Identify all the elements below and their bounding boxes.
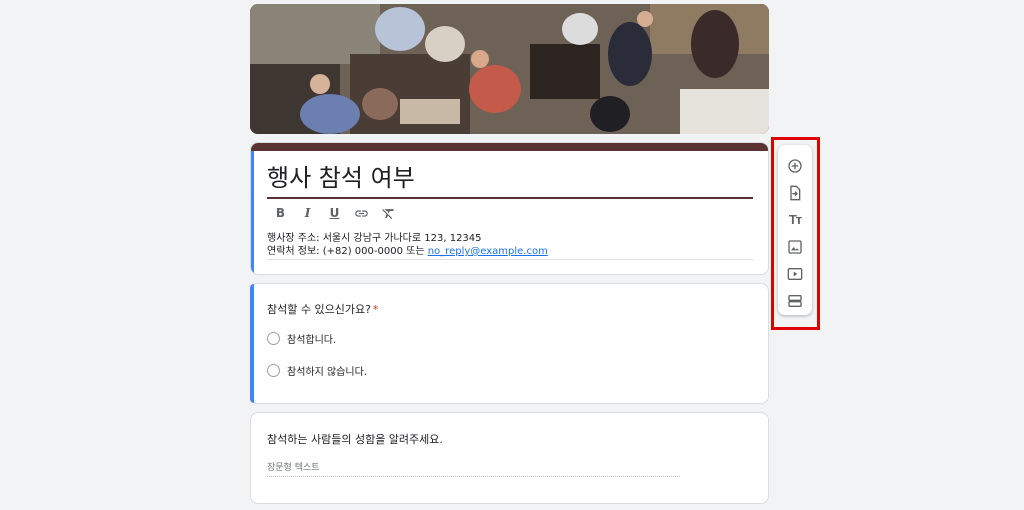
description-line-1: 행사장 주소: 서울시 강남구 가나다로 123, 12345 <box>267 233 482 244</box>
option-label: 참석합니다. <box>287 335 337 346</box>
email-link[interactable]: no_reply@example.com <box>428 246 548 257</box>
bold-icon[interactable]: B <box>273 206 288 221</box>
active-indicator <box>251 151 254 274</box>
contact-text: 연락처 정보: (+82) 000-0000 또는 <box>267 246 428 257</box>
add-title-icon[interactable]: Tт <box>782 206 808 233</box>
radio-button[interactable] <box>267 364 280 377</box>
floating-toolbar: Tт <box>778 145 812 315</box>
form-description[interactable]: 행사장 주소: 서울시 강남구 가나다로 123, 12345 연락처 정보: … <box>267 232 753 260</box>
link-icon[interactable] <box>354 206 369 221</box>
header-image <box>250 4 769 134</box>
radio-option[interactable]: 참석하지 않습니다. <box>267 363 367 378</box>
add-image-icon[interactable] <box>782 233 808 260</box>
radio-option[interactable]: 참석합니다. <box>267 331 336 346</box>
question-title: 참석하는 사람들의 성함을 알려주세요. <box>267 433 443 446</box>
required-mark: * <box>372 303 379 316</box>
underline-icon[interactable]: U <box>327 206 342 221</box>
add-section-icon[interactable] <box>782 287 808 314</box>
add-title-label: Tт <box>788 212 802 227</box>
add-question-icon[interactable] <box>782 152 808 179</box>
radio-button[interactable] <box>267 332 280 345</box>
question-card-names[interactable]: 참석하는 사람들의 성함을 알려주세요. 장문형 텍스트 <box>250 412 769 504</box>
question-title-text: 참석할 수 있으신가요? <box>267 303 371 316</box>
italic-icon[interactable]: I <box>300 206 315 221</box>
form-title-input[interactable]: 행사 참석 여부 <box>267 161 753 199</box>
theme-color-bar <box>251 143 768 151</box>
import-questions-icon[interactable] <box>782 179 808 206</box>
long-answer-field[interactable]: 장문형 텍스트 <box>267 460 680 477</box>
add-video-icon[interactable] <box>782 260 808 287</box>
formatting-toolbar: B I U <box>273 205 396 221</box>
active-indicator <box>250 284 254 403</box>
clear-format-icon[interactable] <box>381 206 396 221</box>
question-title: 참석할 수 있으신가요? * <box>267 301 378 317</box>
question-card-attendance[interactable]: 참석할 수 있으신가요? * 참석합니다. 참석하지 않습니다. <box>250 283 769 404</box>
option-label: 참석하지 않습니다. <box>287 367 367 378</box>
form-title-card[interactable]: 행사 참석 여부 B I U 행사장 주소: 서울시 강남구 가나다로 123,… <box>250 142 769 275</box>
description-line-2: 연락처 정보: (+82) 000-0000 또는 no_reply@examp… <box>267 245 753 258</box>
